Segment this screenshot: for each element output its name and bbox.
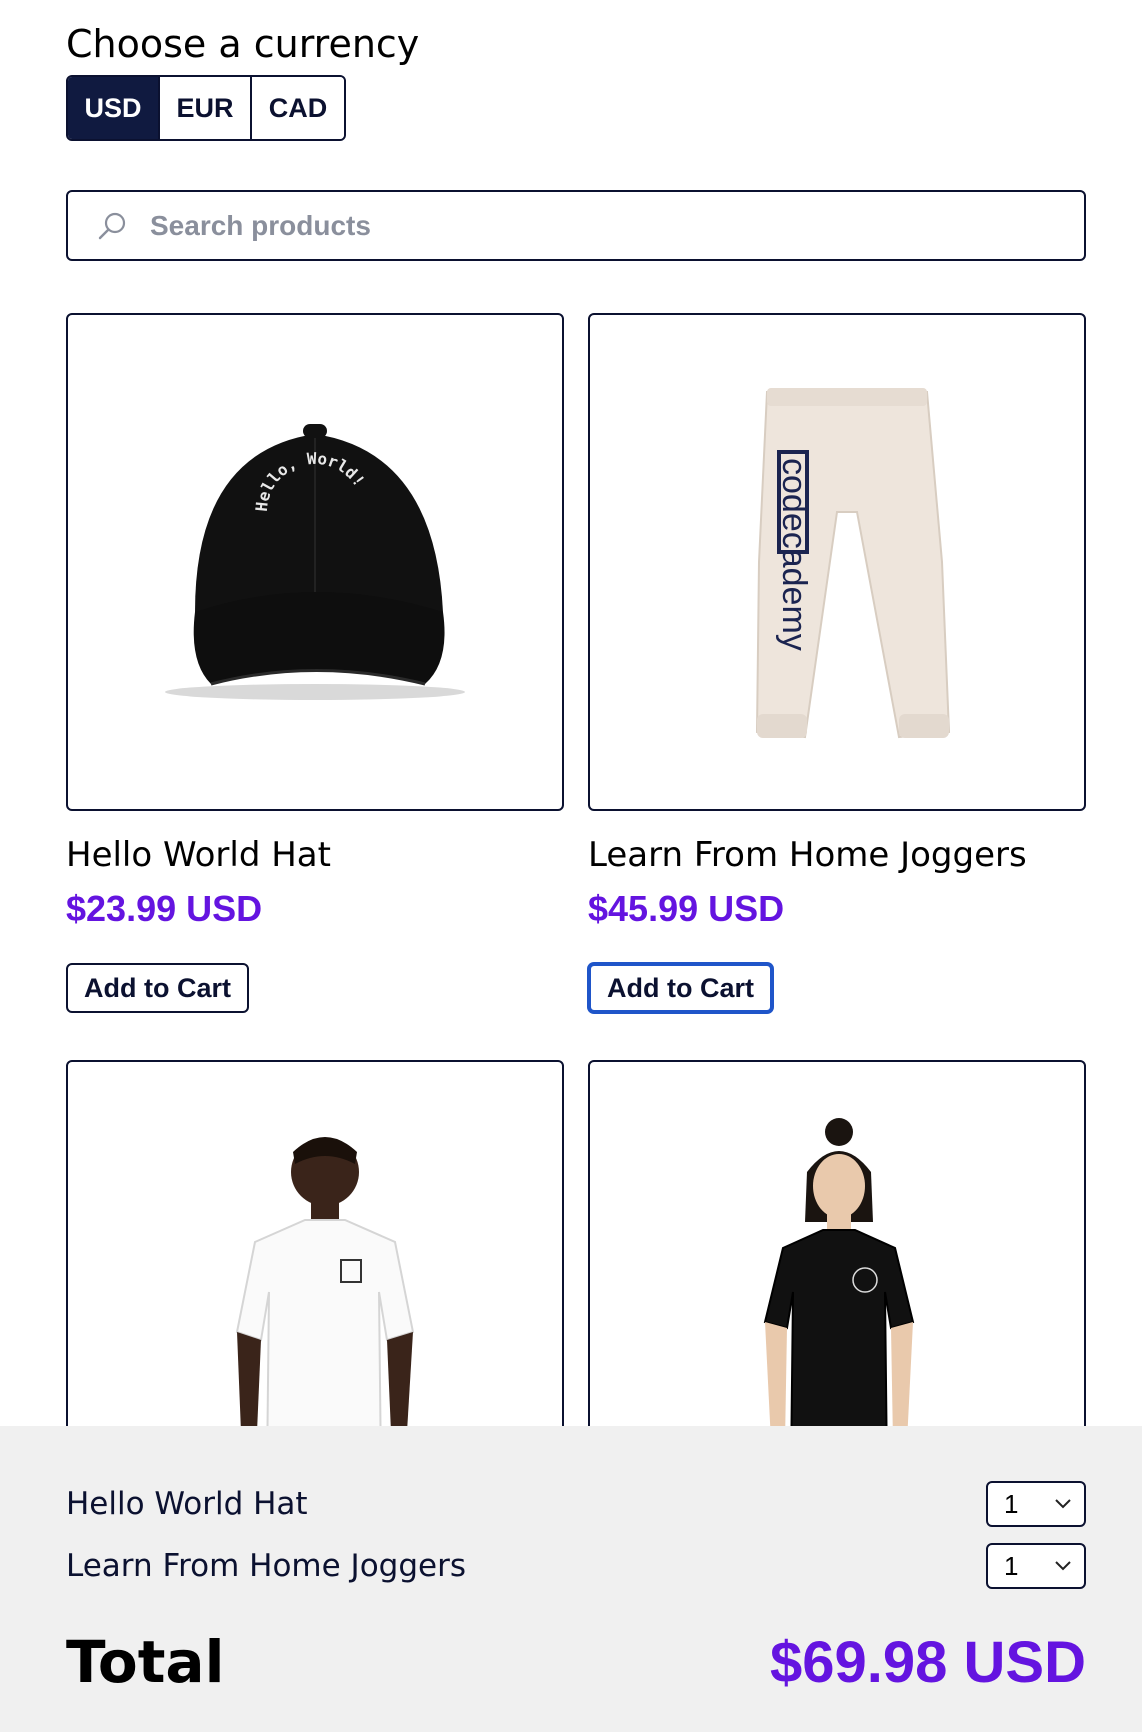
- quantity-select[interactable]: 1: [986, 1481, 1086, 1527]
- add-to-cart-button[interactable]: Add to Cart: [66, 963, 249, 1013]
- chevron-down-icon: [1055, 1499, 1071, 1509]
- search-box[interactable]: [66, 190, 1086, 261]
- cart-item: Hello World Hat 1: [66, 1481, 1086, 1527]
- product-image-hat[interactable]: Hello, World!: [66, 313, 564, 811]
- currency-eur-button[interactable]: EUR: [160, 77, 252, 139]
- product-card: Hello, World! Hello World Hat $23.99 USD…: [66, 313, 564, 1013]
- total-value: $69.98 USD: [770, 1629, 1086, 1695]
- search-input[interactable]: [148, 208, 1084, 243]
- product-card: codecademy Learn From Home Joggers $45.9…: [588, 313, 1086, 1013]
- quantity-select[interactable]: 1: [986, 1543, 1086, 1589]
- total-label: Total: [66, 1628, 225, 1696]
- product-name: Learn From Home Joggers: [588, 835, 1027, 875]
- product-price: $45.99 USD: [588, 888, 785, 929]
- currency-heading: Choose a currency: [66, 22, 420, 66]
- joggers-image: codecademy: [755, 388, 951, 739]
- currency-cad-button[interactable]: CAD: [252, 77, 344, 139]
- product-image-joggers[interactable]: codecademy: [588, 313, 1086, 811]
- shop-page: Choose a currency USD EUR CAD Search pro…: [0, 0, 1142, 1732]
- search-icon: [98, 212, 126, 239]
- cart-total: Total $69.98 USD: [66, 1628, 1086, 1696]
- currency-usd-button[interactable]: USD: [68, 77, 160, 139]
- chevron-down-icon: [1055, 1561, 1071, 1571]
- cart-item-name: Learn From Home Joggers: [66, 1548, 466, 1584]
- quantity-value: 1: [1004, 1550, 1019, 1581]
- quantity-value: 1: [1004, 1488, 1019, 1519]
- product-name: Hello World Hat: [66, 835, 331, 875]
- hat-image: Hello, World!: [165, 424, 465, 700]
- joggers-logo-text: codecademy: [775, 458, 813, 651]
- cart-item: Learn From Home Joggers 1: [66, 1543, 1086, 1589]
- cart-item-name: Hello World Hat: [66, 1486, 308, 1522]
- currency-selector: USD EUR CAD: [66, 75, 346, 141]
- product-price: $23.99 USD: [66, 888, 263, 929]
- add-to-cart-button[interactable]: Add to Cart: [588, 963, 773, 1013]
